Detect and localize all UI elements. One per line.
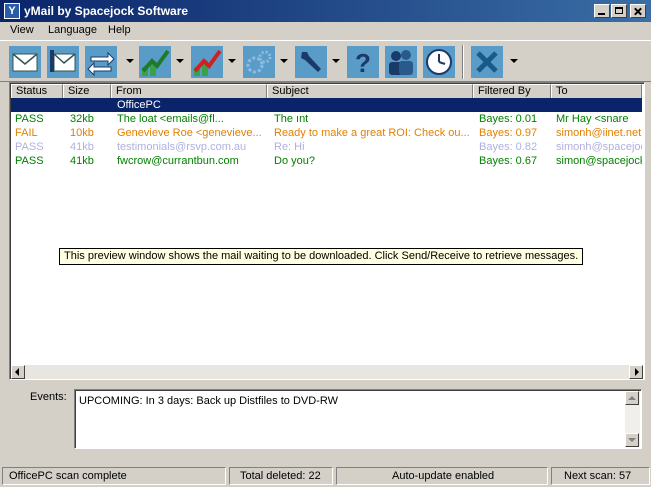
mail-download-button[interactable] [46,45,80,79]
filtered-by-cell: Bayes: 0.67 [479,155,538,167]
menu-view[interactable]: View [10,24,34,36]
close-button[interactable] [630,4,646,18]
green-chart-icon [139,46,171,78]
vertical-scrollbar[interactable] [625,391,640,447]
status-bar: OfficePC scan complete Total deleted: 22… [0,465,651,487]
red-chart-icon [191,46,223,78]
subject-cell: Ready to make a great ROI: Check ou... [274,127,470,139]
events-textbox[interactable]: UPCOMING: In 3 days: Back up Distfiles t… [74,389,642,449]
tools-button[interactable] [294,45,328,79]
table-row[interactable]: PASS 41kb testimonials@rsvp.com.au Re: H… [11,140,642,154]
preview-tooltip: This preview window shows the mail waiti… [59,248,584,265]
to-cell: simonh@iinet.net.a [556,127,642,139]
toolbar: ? [0,40,651,82]
column-header-filtered-by[interactable]: Filtered By [473,84,551,99]
mail-list[interactable]: Status Size From Subject Filtered By To … [9,82,645,380]
table-row[interactable]: PASS 41kb fwcrow@currantbun.com Do you? … [11,154,642,168]
scroll-down-button[interactable] [625,433,639,447]
maximize-icon [615,7,623,14]
clock-icon [423,46,455,78]
green-chart-dropdown[interactable] [176,59,184,63]
size-cell: 41kb [70,141,94,153]
settings-dropdown[interactable] [280,59,288,63]
mail-button[interactable] [8,45,42,79]
toolbar-separator [462,45,464,79]
to-cell: Mr Hay <snare [556,113,629,125]
scheduler-button[interactable] [422,45,456,79]
horizontal-scrollbar[interactable] [11,365,643,379]
table-row[interactable]: FAIL 10kb Genevieve Roe <genevieve... Re… [11,126,642,140]
gears-icon [243,46,275,78]
subject-cell: The ınt [274,113,309,125]
size-cell: 10kb [70,127,94,139]
app-icon: Y [4,3,20,19]
group-row-officepc[interactable]: OfficePC [11,98,642,112]
scroll-right-button[interactable] [629,365,643,379]
events-label: Events: [30,391,67,403]
status-cell: PASS [15,113,44,125]
filtered-by-cell: Bayes: 0.82 [479,141,538,153]
group-row-label: OfficePC [117,99,161,111]
status-scan: OfficePC scan complete [2,467,226,485]
from-cell: Genevieve Roe <genevieve... [117,127,262,139]
menu-bar: View Language Help [0,22,651,40]
status-deleted: Total deleted: 22 [229,467,333,485]
delete-dropdown[interactable] [510,59,518,63]
send-receive-icon [85,46,117,78]
help-button[interactable]: ? [346,45,380,79]
mail-download-icon [47,46,79,78]
green-chart-button[interactable] [138,45,172,79]
minimize-icon [598,13,605,15]
to-cell: simonh@spacejock [556,141,642,153]
subject-cell: Re: Hi [274,141,305,153]
from-cell: fwcrow@currantbun.com [117,155,239,167]
arrow-left-icon [15,368,19,376]
status-update: Auto-update enabled [336,467,548,485]
red-chart-dropdown[interactable] [228,59,236,63]
filtered-by-cell: Bayes: 0.01 [479,113,538,125]
from-cell: testimonials@rsvp.com.au [117,141,247,153]
delete-button[interactable] [470,45,504,79]
status-cell: FAIL [15,127,38,139]
subject-cell: Do you? [274,155,315,167]
column-header-to[interactable]: To [551,84,642,99]
to-cell: simon@spacejock [556,155,642,167]
title-bar: Y yMail by Spacejock Software [0,0,651,22]
arrow-right-icon [635,368,639,376]
events-text: UPCOMING: In 3 days: Back up Distfiles t… [79,395,338,407]
send-receive-dropdown[interactable] [126,59,134,63]
scroll-up-button[interactable] [625,391,639,405]
wrench-icon [295,46,327,78]
arrow-up-icon [628,396,636,400]
status-cell: PASS [15,155,44,167]
red-chart-button[interactable] [190,45,224,79]
maximize-button[interactable] [611,4,627,18]
tools-dropdown[interactable] [332,59,340,63]
users-icon [385,46,417,78]
column-header-status[interactable]: Status [11,84,63,99]
mail-icon [9,46,41,78]
table-row[interactable]: PASS 32kb The loat <emails@fl... The ınt… [11,112,642,126]
filtered-by-cell: Bayes: 0.97 [479,127,538,139]
send-receive-button[interactable] [84,45,118,79]
minimize-button[interactable] [594,4,610,18]
menu-help[interactable]: Help [108,24,131,36]
arrow-down-icon [628,438,636,442]
svg-text:?: ? [355,48,371,78]
window-title: yMail by Spacejock Software [24,4,189,18]
scroll-left-button[interactable] [11,365,25,379]
status-next-scan: Next scan: 57 [551,467,650,485]
column-header-from[interactable]: From [111,84,267,99]
settings-button[interactable] [242,45,276,79]
status-cell: PASS [15,141,44,153]
from-cell: The loat <emails@fl... [117,113,224,125]
help-icon: ? [347,46,379,78]
size-cell: 41kb [70,155,94,167]
accounts-button[interactable] [384,45,418,79]
delete-x-icon [471,46,503,78]
column-header-subject[interactable]: Subject [267,84,473,99]
menu-language[interactable]: Language [48,24,97,36]
column-header-size[interactable]: Size [63,84,111,99]
size-cell: 32kb [70,113,94,125]
